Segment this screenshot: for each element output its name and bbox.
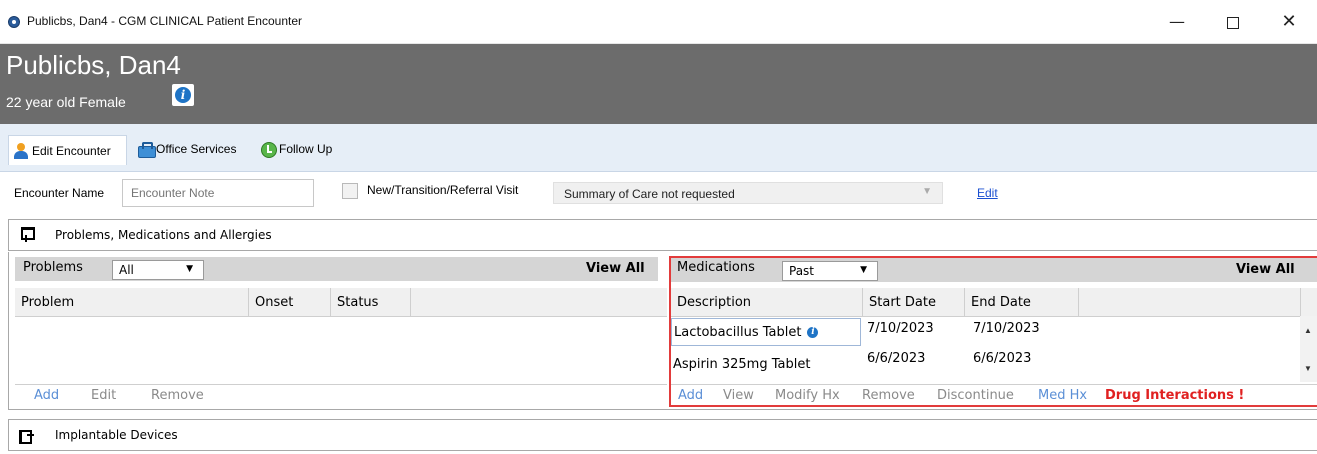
- column-header-status[interactable]: Status: [331, 288, 411, 317]
- tab-office-services[interactable]: Office Services: [133, 136, 240, 162]
- problems-remove-link[interactable]: Remove: [151, 388, 204, 403]
- problems-edit-link[interactable]: Edit: [91, 388, 116, 403]
- encounter-row: Encounter Name New/Transition/Referral V…: [0, 172, 1317, 214]
- tab-label: Office Services: [156, 142, 237, 156]
- tab-edit-encounter[interactable]: Edit Encounter: [8, 135, 127, 165]
- problems-table-header: Problem Onset Status: [15, 288, 667, 317]
- problems-filter-dropdown[interactable]: All ▼: [112, 260, 204, 280]
- section-title: Implantable Devices: [55, 428, 178, 442]
- encounter-note-input[interactable]: [122, 179, 314, 207]
- clock-icon: [260, 141, 277, 158]
- app-logo-icon: [8, 16, 20, 28]
- summary-of-care-value: Summary of Care not requested: [564, 187, 735, 201]
- column-header-onset[interactable]: Onset: [249, 288, 331, 317]
- chevron-down-icon: ▼: [186, 264, 193, 274]
- patient-name: Publicbs, Dan4: [6, 50, 181, 80]
- pin-icon[interactable]: [19, 227, 35, 243]
- person-icon: [13, 142, 29, 159]
- problems-filter-value: All: [119, 263, 134, 277]
- tab-follow-up[interactable]: Follow Up: [256, 136, 336, 162]
- bag-icon: [137, 141, 156, 158]
- section-header-devices[interactable]: Implantable Devices: [8, 419, 1317, 451]
- referral-visit-label: New/Transition/Referral Visit: [367, 183, 519, 197]
- maximize-icon: [1227, 16, 1239, 29]
- problems-add-link[interactable]: Add: [34, 388, 59, 403]
- problems-actions: Add Edit Remove: [15, 384, 667, 404]
- window-title: Publicbs, Dan4 - CGM CLINICAL Patient En…: [27, 14, 303, 28]
- problems-title: Problems: [23, 260, 83, 275]
- minimize-button[interactable]: —: [1154, 6, 1200, 38]
- problems-table-body: [15, 318, 667, 382]
- patient-info-button[interactable]: i: [172, 84, 194, 106]
- problems-view-all-link[interactable]: View All: [586, 261, 645, 276]
- encounter-name-label: Encounter Name: [14, 186, 105, 200]
- info-icon: i: [175, 87, 191, 103]
- maximize-button[interactable]: [1210, 6, 1256, 38]
- close-button[interactable]: ✕: [1266, 6, 1312, 38]
- section-header-pma[interactable]: Problems, Medications and Allergies: [8, 219, 1317, 251]
- medications-highlight: [669, 256, 1317, 407]
- patient-demographics: 22 year old Female: [6, 94, 126, 110]
- summary-of-care-select[interactable]: Summary of Care not requested ▼: [553, 182, 943, 204]
- edit-link[interactable]: Edit: [977, 186, 998, 200]
- problems-header: Problems All ▼ View All: [15, 257, 658, 281]
- referral-visit-checkbox[interactable]: [342, 183, 358, 199]
- tab-label: Follow Up: [279, 142, 333, 156]
- chevron-down-icon: ▼: [922, 186, 932, 197]
- pin-icon[interactable]: [19, 427, 34, 444]
- patient-banner: Publicbs, Dan4 22 year old Female: [0, 44, 1317, 124]
- section-title: Problems, Medications and Allergies: [55, 228, 272, 242]
- column-header-problem[interactable]: Problem: [15, 288, 249, 317]
- title-bar: Publicbs, Dan4 - CGM CLINICAL Patient En…: [0, 0, 1317, 44]
- tab-label: Edit Encounter: [32, 143, 111, 158]
